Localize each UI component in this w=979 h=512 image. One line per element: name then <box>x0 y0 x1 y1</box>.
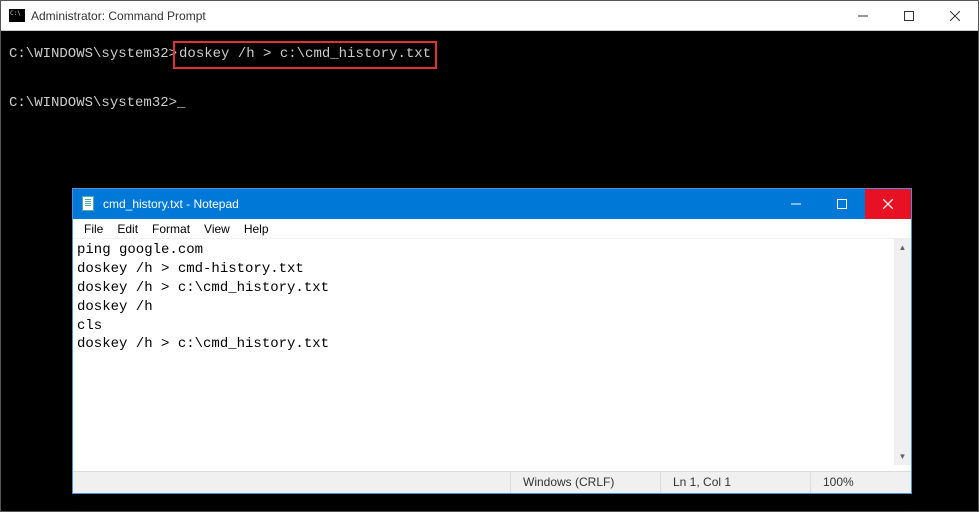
status-spacer <box>73 472 511 493</box>
notepad-title: cmd_history.txt - Notepad <box>103 197 773 211</box>
minimize-button[interactable] <box>840 1 886 30</box>
status-cursor-position: Ln 1, Col 1 <box>661 472 811 493</box>
prompt-path: C:\WINDOWS\system32> <box>9 46 177 62</box>
menu-help[interactable]: Help <box>237 220 276 238</box>
scroll-down-arrow-icon[interactable]: ▼ <box>894 448 911 465</box>
vertical-scrollbar[interactable]: ▲ ▼ <box>894 239 911 465</box>
file-line: ping google.com <box>77 242 203 258</box>
file-line: doskey /h > c:\cmd_history.txt <box>77 280 329 296</box>
notepad-icon <box>81 196 97 212</box>
minimize-button[interactable] <box>773 189 819 219</box>
notepad-window-controls <box>773 189 911 219</box>
cmd-window-controls <box>840 1 978 30</box>
file-line: doskey /h > c:\cmd_history.txt <box>77 336 329 352</box>
notepad-statusbar: Windows (CRLF) Ln 1, Col 1 100% <box>73 471 911 493</box>
maximize-button[interactable] <box>819 189 865 219</box>
prompt-path: C:\WINDOWS\system32> <box>9 95 177 111</box>
notepad-titlebar[interactable]: cmd_history.txt - Notepad <box>73 189 911 219</box>
cmd-terminal-area[interactable]: C:\WINDOWS\system32>doskey /h > c:\cmd_h… <box>1 31 978 124</box>
cmd-titlebar[interactable]: Administrator: Command Prompt <box>1 1 978 31</box>
menu-format[interactable]: Format <box>145 220 197 238</box>
terminal-line: C:\WINDOWS\system32>_ <box>9 92 970 114</box>
status-zoom: 100% <box>811 472 911 493</box>
notepad-menubar: File Edit Format View Help <box>73 219 911 239</box>
notepad-text-area[interactable]: ping google.com doskey /h > cmd-history.… <box>73 239 894 471</box>
maximize-button[interactable] <box>886 1 932 30</box>
cursor: _ <box>177 95 185 111</box>
terminal-line-blank <box>9 69 970 91</box>
close-button[interactable] <box>865 189 911 219</box>
highlighted-command: doskey /h > c:\cmd_history.txt <box>173 41 437 69</box>
status-encoding: Windows (CRLF) <box>511 472 661 493</box>
menu-view[interactable]: View <box>197 220 237 238</box>
terminal-line: C:\WINDOWS\system32>doskey /h > c:\cmd_h… <box>9 41 970 69</box>
menu-file[interactable]: File <box>77 220 110 238</box>
notepad-window: cmd_history.txt - Notepad File Edit Form… <box>72 188 912 494</box>
file-line: doskey /h > cmd-history.txt <box>77 261 304 277</box>
scroll-up-arrow-icon[interactable]: ▲ <box>894 239 911 256</box>
scroll-track[interactable] <box>894 256 911 448</box>
cmd-title: Administrator: Command Prompt <box>31 9 840 23</box>
file-line: cls <box>77 318 102 334</box>
close-button[interactable] <box>932 1 978 30</box>
cmd-icon <box>9 9 25 22</box>
menu-edit[interactable]: Edit <box>110 220 145 238</box>
file-line: doskey /h <box>77 299 153 315</box>
